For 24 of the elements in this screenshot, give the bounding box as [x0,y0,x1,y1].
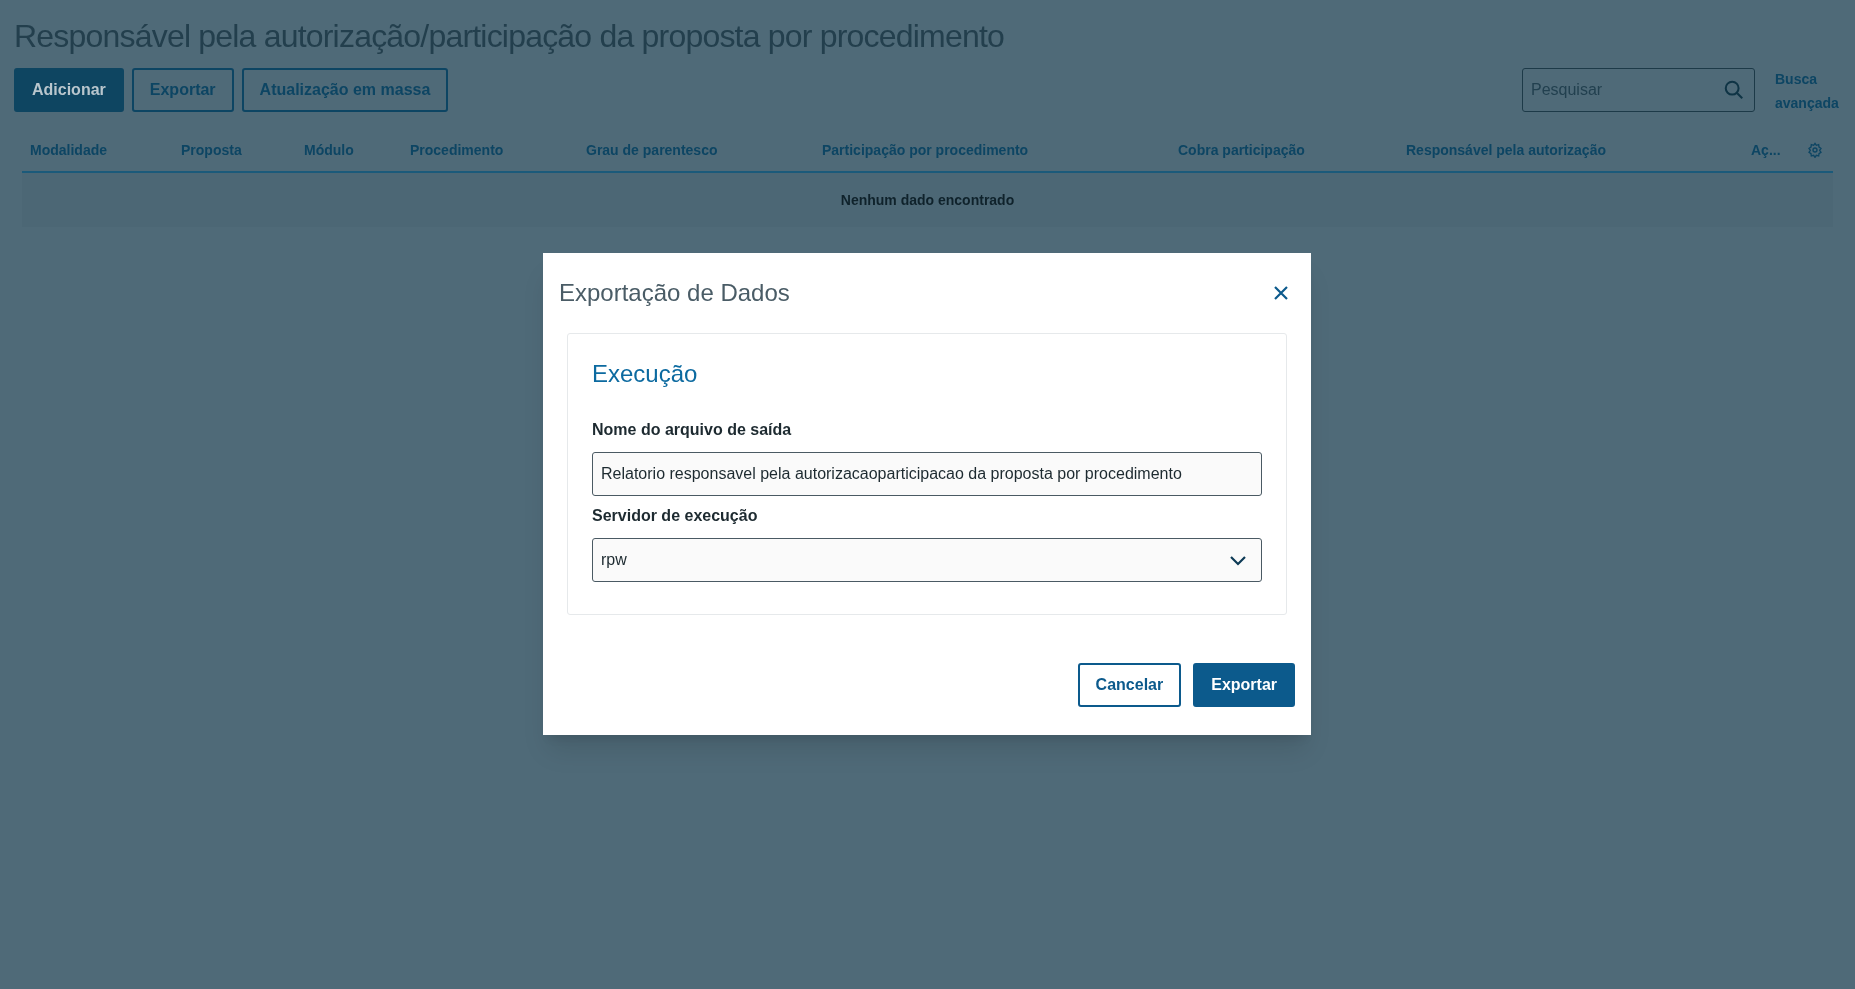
action-button[interactable]: Exportar [131,68,234,112]
column-header[interactable]: Procedimento [402,139,578,161]
field-label: Servidor de execução [592,506,759,526]
chevron-down-icon[interactable] [1229,554,1247,566]
close-icon[interactable] [1273,285,1289,301]
column-header[interactable]: Proposta [173,139,296,161]
column-header[interactable]: Modalidade [22,139,173,161]
action-button[interactable]: Atualização em massa [241,68,449,112]
empty-message: Nenhum dado encontrado [840,190,1015,210]
dialog-button[interactable]: Exportar [1193,663,1295,707]
field-label: Nome do arquivo de saída [592,420,793,440]
input-field[interactable]: Relatorio responsavel pela autorizacaoparticipacao da proposta por procedimento [592,452,1262,496]
select-field[interactable]: rpw [592,538,1262,582]
action-button[interactable]: Adicionar [14,68,124,112]
column-header[interactable]: Participação por procedimento [814,139,1170,161]
dialog-title: Exportação de Dados [559,278,790,308]
column-header[interactable]: Aç... [1743,139,1803,161]
section-title: Execução [592,359,699,389]
column-header[interactable]: Grau de parentesco [578,139,814,161]
advanced-search-link[interactable]: Busca avançada [1775,67,1837,115]
column-header[interactable]: Módulo [296,139,402,161]
column-header[interactable]: Cobra participação [1170,139,1398,161]
column-header[interactable]: Responsável pela autorização [1398,139,1743,161]
dialog-button[interactable]: Cancelar [1077,663,1182,707]
